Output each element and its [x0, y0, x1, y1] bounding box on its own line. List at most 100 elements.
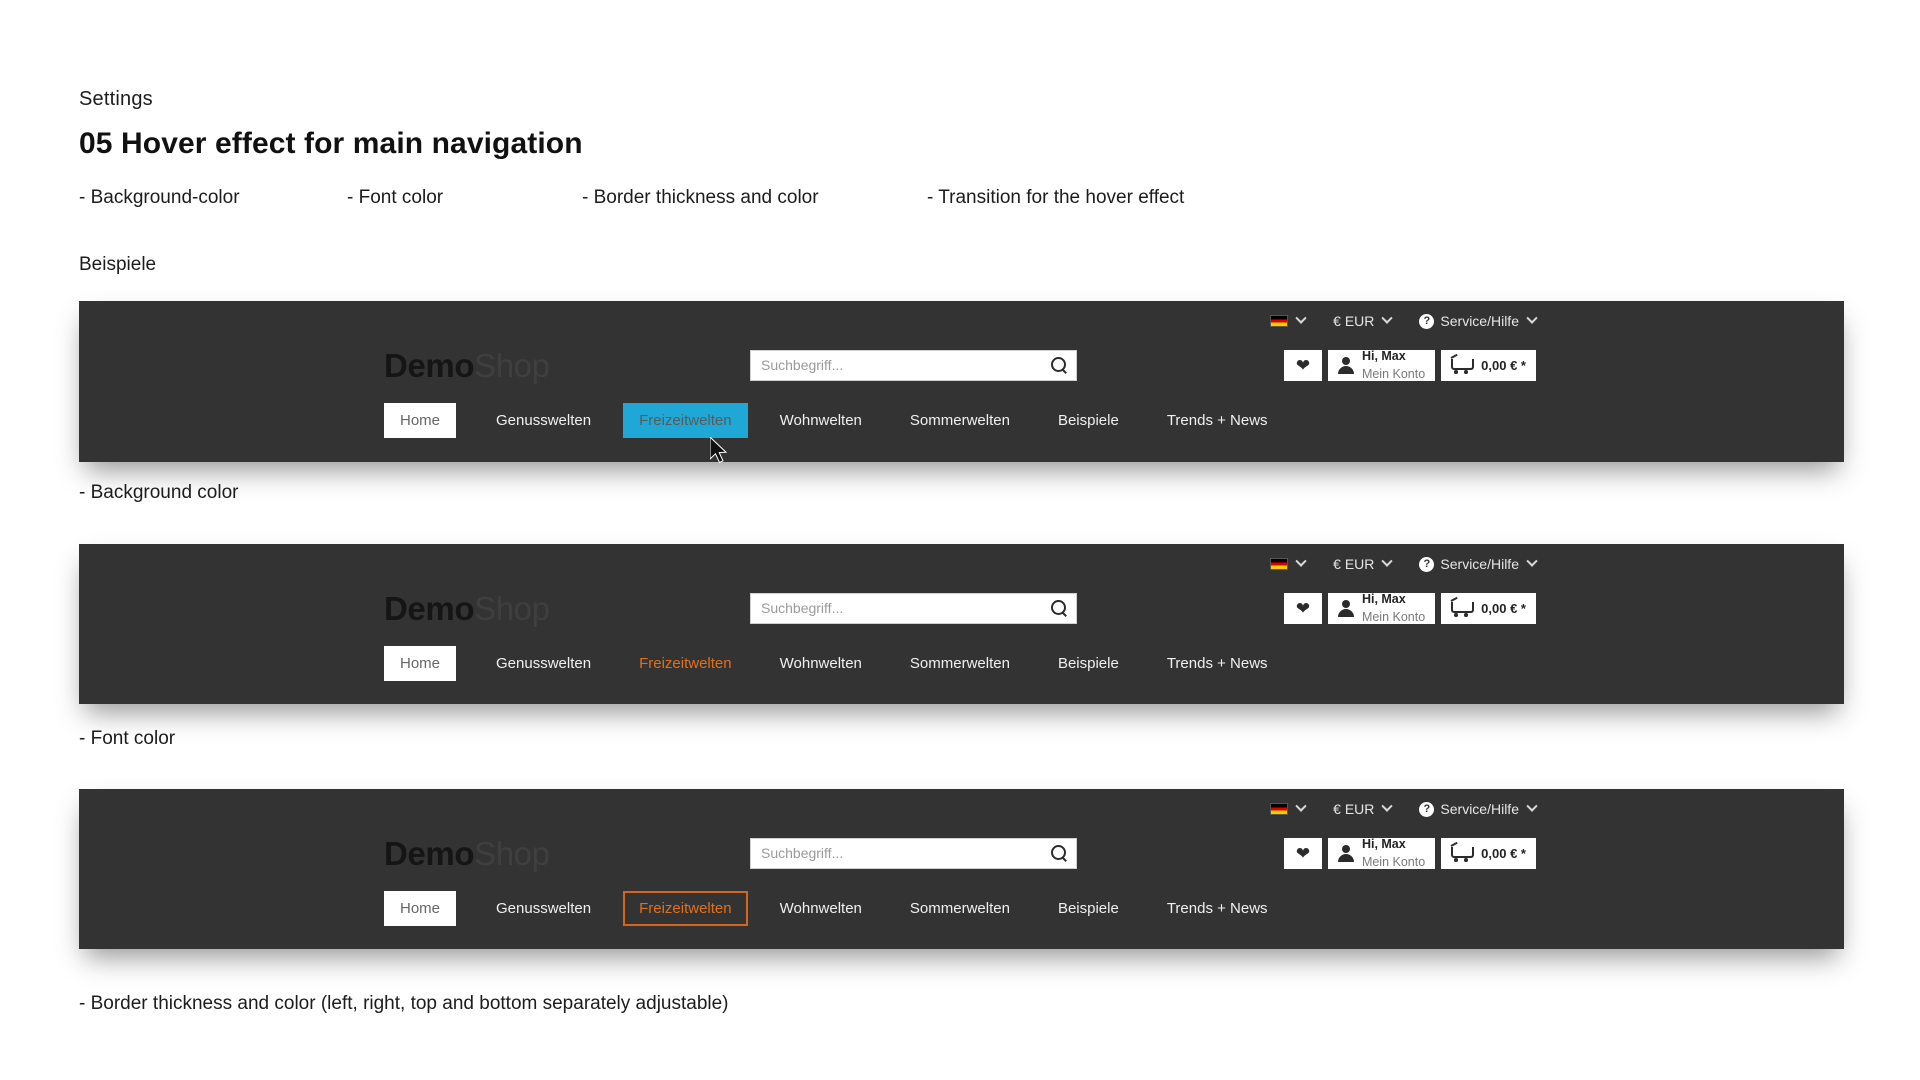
nav-item-wohnwelten[interactable]: Wohnwelten [764, 403, 878, 438]
shop-logo[interactable]: DemoShop [384, 349, 550, 382]
main-navigation: Home Genusswelten Freizeitwelten Wohnwel… [79, 395, 1844, 445]
caption-background-color: - Background color [79, 482, 239, 503]
account-button[interactable]: Hi, Max Mein Konto [1327, 837, 1436, 869]
chevron-down-icon [1295, 555, 1307, 567]
german-flag-icon [1270, 315, 1289, 327]
nav-item-beispiele[interactable]: Beispiele [1042, 646, 1135, 681]
language-selector[interactable] [1270, 555, 1307, 570]
account-greeting: Hi, Max [1361, 591, 1406, 606]
bullet-transition: - Transition for the hover effect [927, 187, 1185, 208]
utility-bar: € EUR ? Service/Hilfe [79, 301, 1844, 335]
shop-logo[interactable]: DemoShop [384, 837, 550, 870]
service-menu[interactable]: ? Service/Hilfe [1419, 555, 1538, 572]
nav-item-home[interactable]: Home [384, 402, 457, 438]
eyebrow-label: Settings [79, 88, 153, 110]
header-actions: ❤ Hi, Max Mein Konto 0,00 € * [1283, 837, 1536, 869]
currency-label: € EUR [1333, 801, 1375, 817]
search-input[interactable] [761, 845, 1050, 861]
shopping-cart-icon [1451, 845, 1475, 862]
nav-item-freizeitwelten[interactable]: Freizeitwelten [623, 646, 748, 681]
nav-item-genusswelten[interactable]: Genusswelten [480, 891, 607, 926]
logo-shop: Shop [474, 346, 550, 384]
german-flag-icon [1270, 558, 1289, 570]
chevron-down-icon [1295, 312, 1307, 324]
page-root: Settings 05 Hover effect for main naviga… [0, 0, 1920, 1080]
heart-icon: ❤ [1295, 598, 1311, 618]
question-mark-icon: ? [1419, 313, 1435, 329]
chevron-down-icon [1381, 312, 1394, 324]
nav-item-wohnwelten[interactable]: Wohnwelten [764, 646, 878, 681]
wishlist-button[interactable]: ❤ [1283, 349, 1322, 381]
chevron-down-icon [1526, 555, 1538, 567]
search-icon[interactable] [1050, 356, 1068, 374]
cart-total: 0,00 € * [1481, 357, 1526, 373]
search-input[interactable] [761, 357, 1050, 373]
utility-bar: € EUR ? Service/Hilfe [79, 789, 1844, 823]
shop-preview-border: € EUR ? Service/Hilfe DemoShop ❤ [79, 789, 1844, 949]
nav-item-sommerwelten[interactable]: Sommerwelten [894, 891, 1026, 926]
currency-selector[interactable]: € EUR [1333, 312, 1394, 329]
cart-button[interactable]: 0,00 € * [1441, 349, 1536, 381]
search-icon[interactable] [1050, 844, 1068, 862]
account-button[interactable]: Hi, Max Mein Konto [1327, 348, 1436, 381]
nav-item-trends-news[interactable]: Trends + News [1151, 891, 1284, 926]
search-icon[interactable] [1050, 599, 1068, 617]
page-title: 05 Hover effect for main navigation [79, 127, 583, 160]
shop-preview-font-color: € EUR ? Service/Hilfe DemoShop ❤ [79, 544, 1844, 704]
user-icon [1337, 356, 1354, 374]
search-box[interactable] [750, 592, 1077, 624]
shop-logo[interactable]: DemoShop [384, 592, 550, 625]
logo-shop: Shop [474, 589, 550, 627]
service-label: Service/Hilfe [1440, 801, 1519, 817]
account-greeting: Hi, Max [1361, 348, 1406, 363]
user-icon [1337, 599, 1354, 617]
currency-selector[interactable]: € EUR [1333, 800, 1394, 817]
logo-demo: Demo [384, 834, 475, 872]
shopping-cart-icon [1451, 600, 1475, 617]
nav-item-beispiele[interactable]: Beispiele [1042, 403, 1135, 438]
nav-item-freizeitwelten[interactable]: Freizeitwelten [623, 402, 748, 438]
nav-item-genusswelten[interactable]: Genusswelten [480, 646, 607, 681]
nav-item-home[interactable]: Home [384, 890, 457, 926]
search-input[interactable] [761, 600, 1050, 616]
cart-button[interactable]: 0,00 € * [1441, 837, 1536, 869]
cart-total: 0,00 € * [1481, 600, 1526, 616]
service-menu[interactable]: ? Service/Hilfe [1419, 800, 1538, 817]
service-menu[interactable]: ? Service/Hilfe [1419, 312, 1538, 329]
logo-demo: Demo [384, 346, 475, 384]
bullet-font-color: - Font color [347, 187, 444, 208]
cart-button[interactable]: 0,00 € * [1441, 592, 1536, 624]
search-box[interactable] [750, 349, 1077, 381]
nav-item-sommerwelten[interactable]: Sommerwelten [894, 646, 1026, 681]
account-button[interactable]: Hi, Max Mein Konto [1327, 591, 1436, 624]
question-mark-icon: ? [1419, 801, 1435, 817]
search-box[interactable] [750, 837, 1077, 869]
shop-header-row: DemoShop ❤ Hi, Max Mein Konto [79, 823, 1844, 883]
german-flag-icon [1270, 803, 1289, 815]
language-selector[interactable] [1270, 312, 1307, 327]
section-label-beispiele: Beispiele [79, 254, 157, 275]
nav-item-trends-news[interactable]: Trends + News [1151, 403, 1284, 438]
shop-preview-background-color: € EUR ? Service/Hilfe DemoShop ❤ [79, 301, 1844, 462]
nav-item-wohnwelten[interactable]: Wohnwelten [764, 891, 878, 926]
nav-item-trends-news[interactable]: Trends + News [1151, 646, 1284, 681]
currency-label: € EUR [1333, 556, 1375, 572]
nav-item-genusswelten[interactable]: Genusswelten [480, 403, 607, 438]
account-sublabel: Mein Konto [1361, 610, 1426, 624]
nav-item-sommerwelten[interactable]: Sommerwelten [894, 403, 1026, 438]
wishlist-button[interactable]: ❤ [1283, 837, 1322, 869]
shop-header-row: DemoShop ❤ Hi, Max Mein Konto [79, 335, 1844, 395]
chevron-down-icon [1381, 555, 1394, 567]
currency-selector[interactable]: € EUR [1333, 555, 1394, 572]
shopping-cart-icon [1451, 357, 1475, 374]
nav-item-freizeitwelten[interactable]: Freizeitwelten [623, 890, 748, 926]
nav-item-beispiele[interactable]: Beispiele [1042, 891, 1135, 926]
nav-item-home[interactable]: Home [384, 645, 457, 681]
utility-bar: € EUR ? Service/Hilfe [79, 544, 1844, 578]
cart-total: 0,00 € * [1481, 845, 1526, 861]
account-sublabel: Mein Konto [1361, 367, 1426, 381]
service-label: Service/Hilfe [1440, 556, 1519, 572]
wishlist-button[interactable]: ❤ [1283, 592, 1322, 624]
language-selector[interactable] [1270, 800, 1307, 815]
main-navigation: Home Genusswelten Freizeitwelten Wohnwel… [79, 638, 1844, 688]
